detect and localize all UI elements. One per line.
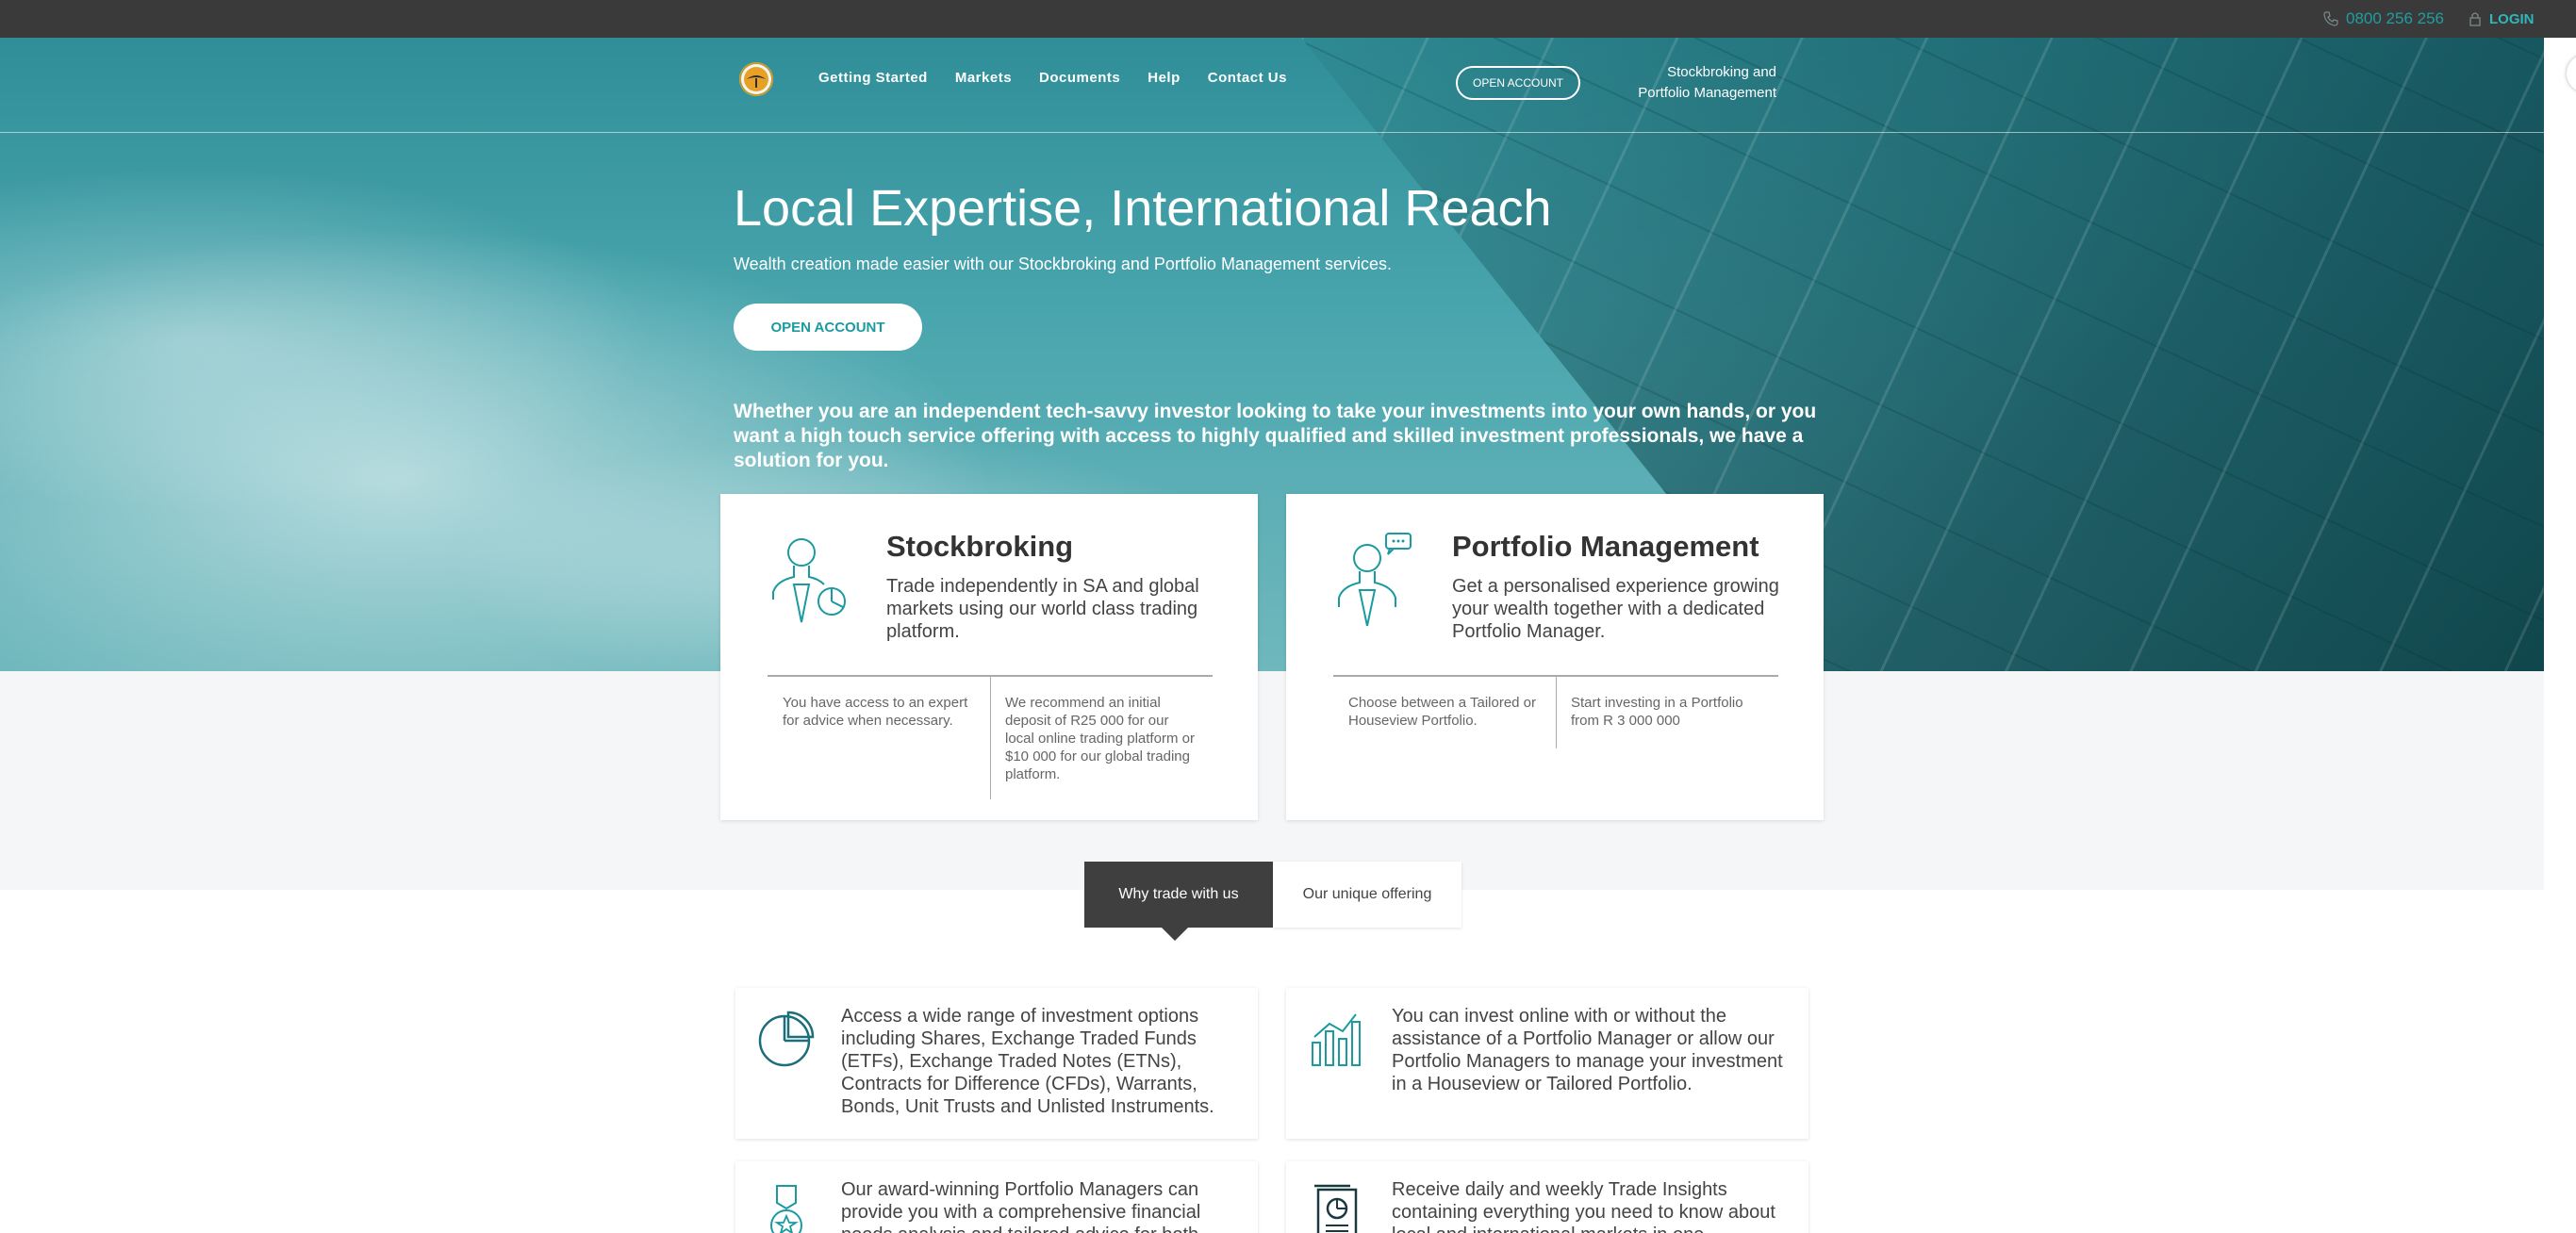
tab-our-unique-offering[interactable]: Our unique offering: [1273, 862, 1461, 928]
utility-bar-extension: [2544, 0, 2576, 38]
nav-markets[interactable]: Markets: [955, 70, 1012, 86]
person-chart-icon: [772, 538, 846, 623]
card-detail-left: You have access to an expert for advice …: [783, 695, 968, 729]
cards-background: [0, 671, 2544, 890]
bar-chart-icon: [1312, 1013, 1361, 1066]
hero-section: [0, 38, 2544, 671]
hero-description: Whether you are an independent tech-savv…: [734, 401, 1817, 471]
nav-tagline-line2: Portfolio Management: [1638, 85, 1776, 101]
feature-box-trade-insights: Receive daily and weekly Trade Insights …: [1286, 1161, 1808, 1233]
medal-icon: [770, 1185, 802, 1233]
card-detail-right: Start investing in a Portfolio from R 3 …: [1571, 695, 1743, 729]
stockbroking-card[interactable]: Stockbroking Trade independently in SA a…: [720, 494, 1258, 820]
main-nav: Getting Started Markets Documents Help C…: [818, 70, 1287, 86]
feature-text: Access a wide range of investment option…: [841, 1006, 1214, 1117]
active-tab-pointer: [1162, 928, 1188, 941]
card-detail-right: We recommend an initial deposit of R25 0…: [1005, 695, 1195, 782]
person-speech-icon: [1338, 533, 1412, 626]
portfolio-management-card[interactable]: Portfolio Management Get a personalised …: [1286, 494, 1824, 820]
login-link[interactable]: LOGIN: [2469, 0, 2535, 38]
hero-subtitle: Wealth creation made easier with our Sto…: [734, 255, 1393, 273]
feature-box-investment-options: Access a wide range of investment option…: [735, 988, 1258, 1139]
utility-bar: 0800 256 256 LOGIN: [0, 0, 2576, 38]
brand-logo[interactable]: [739, 62, 773, 96]
hero-title: Local Expertise, International Reach: [734, 180, 1552, 237]
nav-getting-started[interactable]: Getting Started: [818, 70, 928, 86]
nav-tagline: Stockbroking and Portfolio Management: [1603, 62, 1776, 104]
feature-box-invest-online: You can invest online with or without th…: [1286, 988, 1808, 1139]
feature-text: Our award-winning Portfolio Managers can…: [841, 1179, 1201, 1233]
hero-open-account-button[interactable]: OPEN ACCOUNT: [734, 304, 922, 351]
phone-link[interactable]: 0800 256 256: [2323, 0, 2444, 38]
card-detail-left: Choose between a Tailored or Houseview P…: [1348, 695, 1537, 729]
feature-text: Receive daily and weekly Trade Insights …: [1392, 1179, 1775, 1233]
nav-contact-us[interactable]: Contact Us: [1208, 70, 1287, 86]
nav-divider: [0, 132, 2544, 133]
feature-text: You can invest online with or without th…: [1392, 1006, 1783, 1094]
card-title: Portfolio Management: [1452, 530, 1759, 563]
lock-icon: [2469, 12, 2481, 26]
card-title: Stockbroking: [886, 530, 1074, 563]
nav-tagline-line1: Stockbroking and: [1667, 64, 1776, 80]
login-label: LOGIN: [2489, 10, 2535, 27]
card-column-divider: [1556, 677, 1557, 748]
card-text: Get a personalised experience growing yo…: [1452, 576, 1779, 642]
nav-open-account-button[interactable]: OPEN ACCOUNT: [1456, 66, 1580, 100]
page-right-gutter: [2544, 0, 2576, 1233]
card-text: Trade independently in SA and global mar…: [886, 576, 1199, 642]
feature-box-portfolio-managers: Our award-winning Portfolio Managers can…: [735, 1161, 1258, 1233]
phone-icon: [2323, 11, 2338, 26]
document-chart-icon: [1314, 1184, 1358, 1233]
nav-documents[interactable]: Documents: [1039, 70, 1120, 86]
tab-why-trade-with-us[interactable]: Why trade with us: [1084, 862, 1273, 928]
phone-number: 0800 256 256: [2346, 9, 2444, 27]
nav-help[interactable]: Help: [1148, 70, 1181, 86]
pie-chart-icon: [758, 1011, 815, 1067]
card-column-divider: [990, 677, 991, 799]
tree-logo-icon: [744, 67, 768, 91]
